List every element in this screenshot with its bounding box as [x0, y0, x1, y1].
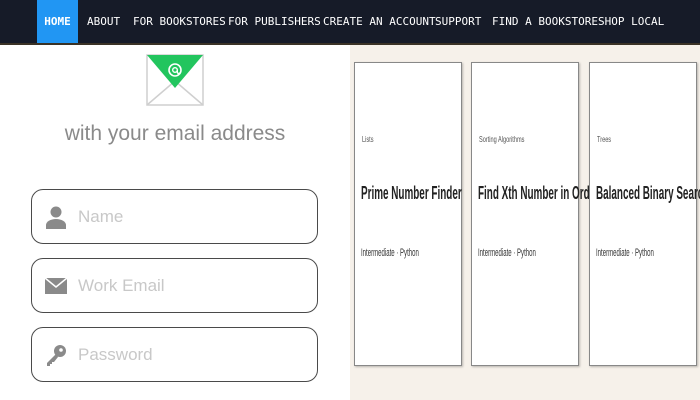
- nav-item-shop-local[interactable]: SHOP LOCAL: [598, 0, 664, 43]
- card-category: Lists: [362, 135, 374, 144]
- nav-item-for-bookstores[interactable]: FOR BOOKSTORES: [133, 0, 226, 43]
- card-title: Balanced Binary Search Tree: [596, 183, 700, 203]
- nav-item-support[interactable]: SUPPORT: [435, 0, 481, 43]
- nav-item-home[interactable]: HOME: [37, 0, 78, 43]
- card-category: Trees: [597, 135, 612, 144]
- password-field[interactable]: [31, 327, 318, 382]
- card-balanced-bst[interactable]: Trees Balanced Binary Search Tree Interm…: [589, 62, 700, 366]
- nav-item-create-account[interactable]: CREATE AN ACCOUNT: [323, 0, 436, 43]
- nav-item-find-bookstore[interactable]: FIND A BOOKSTORE: [492, 0, 598, 43]
- name-field[interactable]: [31, 189, 318, 244]
- name-input[interactable]: [78, 190, 298, 243]
- card-meta: Intermediate · Python: [361, 247, 419, 259]
- card-title: Find Xth Number in Order: [478, 183, 600, 203]
- nav-item-for-publishers[interactable]: FOR PUBLISHERS: [228, 0, 321, 43]
- nav-item-about[interactable]: ABOUT: [87, 0, 120, 43]
- card-prime-number-finder[interactable]: Lists Prime Number Finder Intermediate ·…: [354, 62, 462, 366]
- top-nav: HOME ABOUT FOR BOOKSTORES FOR PUBLISHERS…: [0, 0, 700, 45]
- work-email-input[interactable]: [78, 259, 298, 312]
- user-icon: [44, 205, 68, 229]
- card-meta: Intermediate · Python: [478, 247, 536, 259]
- email-icon: [146, 54, 204, 111]
- password-input[interactable]: [78, 328, 298, 381]
- card-title: Prime Number Finder: [361, 183, 462, 203]
- envelope-icon: [44, 274, 68, 298]
- work-email-field[interactable]: [31, 258, 318, 313]
- card-category: Sorting Algorithms: [479, 135, 525, 144]
- card-find-xth-number[interactable]: Sorting Algorithms Find Xth Number in Or…: [471, 62, 599, 366]
- signup-subtitle: with your email address: [64, 122, 286, 145]
- card-meta: Intermediate · Python: [596, 247, 654, 259]
- key-icon: [44, 343, 68, 367]
